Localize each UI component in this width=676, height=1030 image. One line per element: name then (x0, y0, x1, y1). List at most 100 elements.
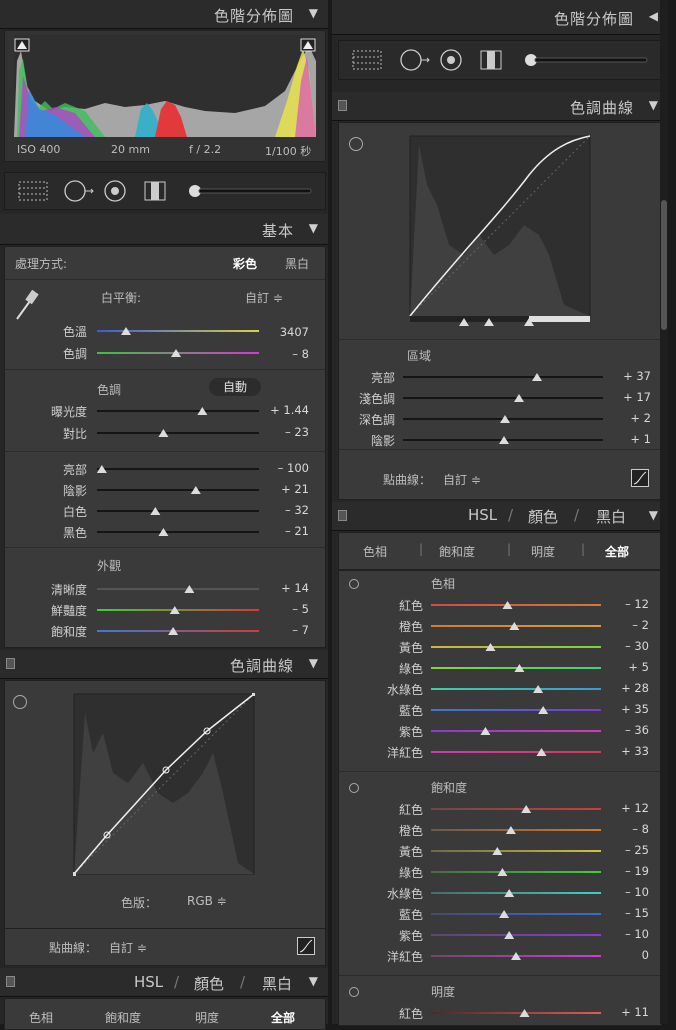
panel-switch-icon[interactable] (338, 100, 347, 111)
histogram-header[interactable]: 色階分佈圖 ◀ (332, 0, 668, 35)
curve-edit-icon[interactable] (631, 469, 649, 487)
saturation-value[interactable]: – 10 (595, 927, 649, 941)
panel-switch-icon[interactable] (6, 658, 15, 669)
region-slider[interactable] (403, 415, 603, 425)
temp-value[interactable]: 3407 (255, 325, 309, 339)
tab-all[interactable]: 全部 (605, 543, 629, 560)
luminance-slider[interactable] (431, 1009, 601, 1019)
bw-title[interactable]: 黑白 (262, 973, 292, 994)
light-slider[interactable] (97, 486, 259, 496)
saturation-slider[interactable] (431, 805, 601, 815)
wb-select[interactable]: 自訂 ≑ (245, 289, 283, 306)
saturation-value[interactable]: – 15 (595, 906, 649, 920)
hsl-title[interactable]: HSL (134, 973, 163, 991)
red-eye-icon[interactable] (104, 180, 126, 202)
collapse-triangle-icon[interactable]: ▼ (309, 6, 318, 20)
light-slider[interactable] (97, 528, 259, 538)
saturation-slider[interactable] (431, 910, 601, 920)
saturation-slider[interactable] (431, 868, 601, 878)
scrollbar-thumb[interactable] (661, 200, 667, 330)
curve-edit-icon[interactable] (297, 937, 315, 955)
point-curve-select[interactable]: 自訂 ≑ (109, 939, 147, 956)
light-slider[interactable] (97, 465, 259, 475)
region-value[interactable]: + 1 (597, 432, 651, 446)
light-slider[interactable] (97, 507, 259, 517)
bw-title[interactable]: 黑白 (596, 506, 626, 527)
hue-value[interactable]: + 35 (595, 702, 649, 716)
saturation-slider[interactable] (431, 847, 601, 857)
crop-overlay-icon[interactable] (352, 50, 382, 70)
tab-saturation[interactable]: 飽和度 (439, 543, 475, 560)
spot-removal-icon[interactable] (64, 180, 94, 202)
tint-value[interactable]: – 8 (255, 347, 309, 361)
tone-curve-graph[interactable] (73, 693, 255, 877)
basic-header[interactable]: 基本 ▼ (0, 214, 328, 245)
color-title[interactable]: 顏色 (528, 506, 558, 527)
crop-overlay-icon[interactable] (18, 181, 48, 201)
saturation-value[interactable]: – 19 (595, 864, 649, 878)
tone-value[interactable]: – 23 (255, 425, 309, 439)
hue-value[interactable]: – 30 (595, 639, 649, 653)
graduated-filter-icon[interactable] (480, 50, 502, 70)
light-value[interactable]: – 21 (255, 524, 309, 538)
tone-value[interactable]: + 1.44 (255, 403, 309, 417)
target-adjust-icon[interactable] (349, 783, 359, 793)
region-value[interactable]: + 2 (597, 411, 651, 425)
saturation-value[interactable]: – 10 (595, 885, 649, 899)
saturation-slider[interactable] (431, 889, 601, 899)
treatment-bw-option[interactable]: 黑白 (285, 255, 309, 272)
collapse-triangle-icon[interactable]: ▼ (649, 98, 658, 112)
presence-value[interactable]: + 14 (255, 581, 309, 595)
collapse-triangle-icon[interactable]: ▼ (309, 974, 318, 988)
hue-value[interactable]: + 28 (595, 681, 649, 695)
tone-curve-graph[interactable] (409, 135, 591, 335)
saturation-value[interactable]: 0 (595, 948, 649, 962)
hue-value[interactable]: – 36 (595, 723, 649, 737)
target-adjust-icon[interactable] (349, 987, 359, 997)
saturation-slider[interactable] (431, 826, 601, 836)
presence-value[interactable]: – 5 (255, 602, 309, 616)
adjustment-brush-icon[interactable] (525, 54, 648, 66)
region-value[interactable]: + 17 (597, 390, 651, 404)
tab-luminance[interactable]: 明度 (531, 543, 555, 560)
presence-slider[interactable] (97, 606, 259, 616)
adjustment-brush-icon[interactable] (189, 185, 312, 197)
tab-saturation[interactable]: 飽和度 (105, 1009, 141, 1026)
target-adjust-icon[interactable] (13, 695, 27, 709)
tint-slider[interactable] (97, 349, 259, 359)
tab-hue[interactable]: 色相 (29, 1009, 53, 1026)
hue-slider[interactable] (431, 727, 601, 737)
tab-all[interactable]: 全部 (271, 1009, 295, 1026)
eyedropper-icon[interactable] (13, 287, 39, 323)
luminance-value[interactable]: + 11 (595, 1005, 649, 1019)
region-slider[interactable] (403, 394, 603, 404)
hue-value[interactable]: + 33 (595, 744, 649, 758)
presence-slider[interactable] (97, 585, 259, 595)
presence-slider[interactable] (97, 627, 259, 637)
tab-hue[interactable]: 色相 (363, 543, 387, 560)
hsl-header[interactable]: HSL / 顏色 / 黑白 ▼ (332, 502, 668, 531)
point-curve-select[interactable]: 自訂 ≑ (443, 471, 481, 488)
region-slider[interactable] (403, 436, 603, 446)
hue-value[interactable]: – 12 (595, 597, 649, 611)
saturation-slider[interactable] (431, 952, 601, 962)
hue-value[interactable]: – 2 (595, 618, 649, 632)
presence-value[interactable]: – 7 (255, 623, 309, 637)
hsl-header[interactable]: HSL / 顏色 / 黑白 ▼ (0, 968, 328, 997)
collapse-triangle-icon[interactable]: ▼ (649, 508, 658, 522)
hue-slider[interactable] (431, 706, 601, 716)
tab-luminance[interactable]: 明度 (195, 1009, 219, 1026)
saturation-value[interactable]: + 12 (595, 801, 649, 815)
saturation-slider[interactable] (431, 931, 601, 941)
graduated-filter-icon[interactable] (144, 181, 166, 201)
auto-tone-button[interactable]: 自動 (209, 378, 261, 396)
saturation-value[interactable]: – 8 (595, 822, 649, 836)
light-value[interactable]: – 100 (255, 461, 309, 475)
expand-triangle-icon[interactable]: ◀ (649, 9, 658, 23)
panel-switch-icon[interactable] (338, 510, 347, 521)
target-adjust-icon[interactable] (349, 579, 359, 589)
scrollbar-track[interactable] (660, 0, 668, 1024)
hue-slider[interactable] (431, 664, 601, 674)
target-adjust-icon[interactable] (349, 137, 363, 151)
region-slider[interactable] (403, 373, 603, 383)
